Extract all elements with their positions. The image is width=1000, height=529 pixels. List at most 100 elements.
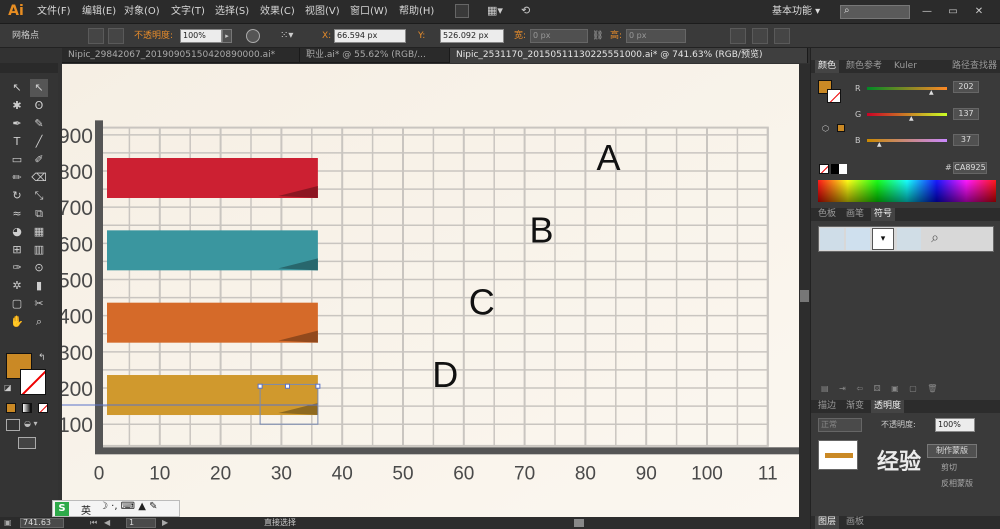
swap-fill-stroke-icon[interactable]: ↰: [38, 353, 46, 363]
selection-tool-icon[interactable]: ↖: [8, 79, 26, 97]
symbol-sprayer-tool-icon[interactable]: ✲: [8, 277, 26, 295]
perspective-grid-tool-icon[interactable]: ▦: [30, 223, 48, 241]
y-field[interactable]: 526.092 px: [440, 29, 504, 43]
symbol-panel-buttons[interactable]: ▤ ⇥ ⇦ ⚄ ▣ ▢ 🗑: [821, 384, 991, 396]
horizontal-scroll-thumb[interactable]: [574, 519, 584, 527]
menu-item[interactable]: 文件(F): [37, 0, 71, 24]
menu-item[interactable]: 选择(S): [215, 0, 249, 24]
artboard-canvas[interactable]: ABCD 0 10 20 30 40 50 60 70 80 90 100 11 900 800 700 60…: [62, 64, 799, 517]
status-menu-icon[interactable]: ▣: [4, 518, 16, 528]
arrange-documents-icon[interactable]: ▦▾: [487, 4, 511, 18]
free-transform-tool-icon[interactable]: ⧉: [30, 205, 48, 223]
menu-item[interactable]: 编辑(E): [82, 0, 116, 24]
anchor-point[interactable]: [257, 383, 263, 389]
ime-tool-icons[interactable]: ☽ ·, ⌨ ▲ ✎: [99, 501, 158, 512]
opacity-field[interactable]: 100%: [180, 29, 222, 43]
workspace-switcher[interactable]: 基本功能 ▾: [772, 0, 820, 24]
clip-checkbox[interactable]: 剪切: [941, 462, 957, 473]
screen-mode-icon[interactable]: [18, 437, 36, 449]
panel-tab[interactable]: 图层: [815, 516, 840, 529]
menu-item[interactable]: 窗口(W): [350, 0, 388, 24]
color-mode-icon[interactable]: [6, 403, 16, 413]
blend-mode-select[interactable]: 正常: [818, 418, 862, 432]
panel-tab[interactable]: 符号: [871, 208, 896, 221]
gradient-mode-icon[interactable]: [22, 403, 32, 413]
shape-builder-tool-icon[interactable]: ◕: [8, 223, 26, 241]
paintbrush-tool-icon[interactable]: ✐: [30, 151, 48, 169]
artboard-tool-icon[interactable]: ▢: [8, 295, 26, 313]
panel-tab[interactable]: 颜色参考: [843, 60, 885, 73]
vertical-scroll-thumb[interactable]: [800, 290, 809, 302]
none-color-swatch[interactable]: [819, 164, 829, 174]
b-slider[interactable]: ▲: [867, 139, 947, 148]
restore-button[interactable]: ▭: [944, 5, 962, 19]
draw-normal-icon[interactable]: [6, 419, 20, 431]
black-swatch[interactable]: [831, 164, 839, 174]
rectangle-tool-icon[interactable]: ▭: [8, 151, 26, 169]
lasso-tool-icon[interactable]: ʘ: [30, 97, 48, 115]
x-field[interactable]: 66.594 px: [334, 29, 406, 43]
panel-stroke-swatch[interactable]: [827, 89, 841, 103]
gamut-swatch[interactable]: [837, 124, 845, 132]
pen-tool-icon[interactable]: ✒: [8, 115, 26, 133]
g-field[interactable]: 137: [953, 108, 979, 120]
layer-thumbnail[interactable]: [818, 440, 858, 470]
stroke-swatch[interactable]: [20, 369, 46, 395]
color-spectrum[interactable]: [818, 180, 996, 202]
search-input[interactable]: ⌕: [840, 5, 910, 19]
panel-opacity-field[interactable]: 100%: [935, 418, 975, 432]
vertical-scrollbar[interactable]: [799, 64, 810, 517]
bridge-icon[interactable]: [455, 4, 469, 18]
anchor-convert-icon[interactable]: [88, 28, 104, 44]
symbol-item[interactable]: [820, 228, 844, 250]
zoom-field[interactable]: 741.63: [20, 518, 64, 528]
invert-mask-checkbox[interactable]: 反相蒙版: [941, 478, 973, 489]
white-swatch[interactable]: [839, 164, 847, 174]
r-slider[interactable]: ▲: [867, 87, 947, 96]
anchor-point[interactable]: [315, 383, 321, 389]
eraser-tool-icon[interactable]: ⌫: [30, 169, 48, 187]
width-field[interactable]: 0 px: [530, 29, 588, 43]
link-icon[interactable]: ⛓: [592, 30, 604, 42]
make-mask-button[interactable]: 制作蒙版: [927, 444, 977, 458]
anchor-point[interactable]: [284, 383, 290, 389]
gradient-tool-icon[interactable]: ▥: [30, 241, 48, 259]
menu-item[interactable]: 帮助(H): [399, 0, 434, 24]
g-slider[interactable]: ▲: [867, 113, 947, 122]
prev-artboard-icon[interactable]: ◀: [104, 518, 114, 528]
type-tool-icon[interactable]: T: [8, 133, 26, 151]
slice-tool-icon[interactable]: ✂: [30, 295, 48, 313]
blend-tool-icon[interactable]: ⊙: [30, 259, 48, 277]
symbol-item[interactable]: [846, 228, 870, 250]
document-tab[interactable]: 职业.ai* @ 55.62% (RGB/...: [300, 48, 450, 63]
r-field[interactable]: 202: [953, 81, 979, 93]
eyedropper-tool-icon[interactable]: ✑: [8, 259, 26, 277]
panel-tab[interactable]: 渐变: [843, 400, 867, 413]
menu-item[interactable]: 文字(T): [171, 0, 205, 24]
close-button[interactable]: ✕: [970, 5, 988, 19]
scale-tool-icon[interactable]: ⤡: [30, 187, 48, 205]
anchor-handle-icon[interactable]: [108, 28, 124, 44]
magnifier-symbol-icon[interactable]: ⌕: [923, 228, 947, 250]
gpu-preview-icon[interactable]: ⟲: [521, 4, 535, 18]
magic-wand-tool-icon[interactable]: ✱: [8, 97, 26, 115]
zoom-tool-icon[interactable]: ⌕: [30, 313, 48, 331]
symbol-item-selected[interactable]: ▾: [872, 228, 894, 250]
mesh-tool-icon[interactable]: ⊞: [8, 241, 26, 259]
pencil-tool-icon[interactable]: ✏: [8, 169, 26, 187]
horizontal-scrollbar[interactable]: ▶ 直接选择: [160, 517, 810, 529]
default-colors-icon[interactable]: ◪: [4, 383, 12, 392]
menu-item[interactable]: 效果(C): [260, 0, 295, 24]
panel-tab[interactable]: 描边: [815, 400, 839, 413]
ime-language-label[interactable]: 英: [81, 502, 91, 517]
draw-mode-icons[interactable]: ◒ ▾: [24, 419, 52, 431]
isolate-icon[interactable]: [730, 28, 746, 44]
panel-tab[interactable]: 色板: [815, 208, 839, 221]
menu-item[interactable]: 对象(O): [124, 0, 160, 24]
width-tool-icon[interactable]: ≈: [8, 205, 26, 223]
ime-toolbar[interactable]: S 英 ☽ ·, ⌨ ▲ ✎: [52, 500, 180, 517]
align-icon[interactable]: [752, 28, 768, 44]
direct-selection-tool-icon[interactable]: ↖: [30, 79, 48, 97]
none-mode-icon[interactable]: [38, 403, 48, 413]
document-tab[interactable]: Nipic_29842067_20190905150420890000.ai*: [62, 48, 300, 63]
